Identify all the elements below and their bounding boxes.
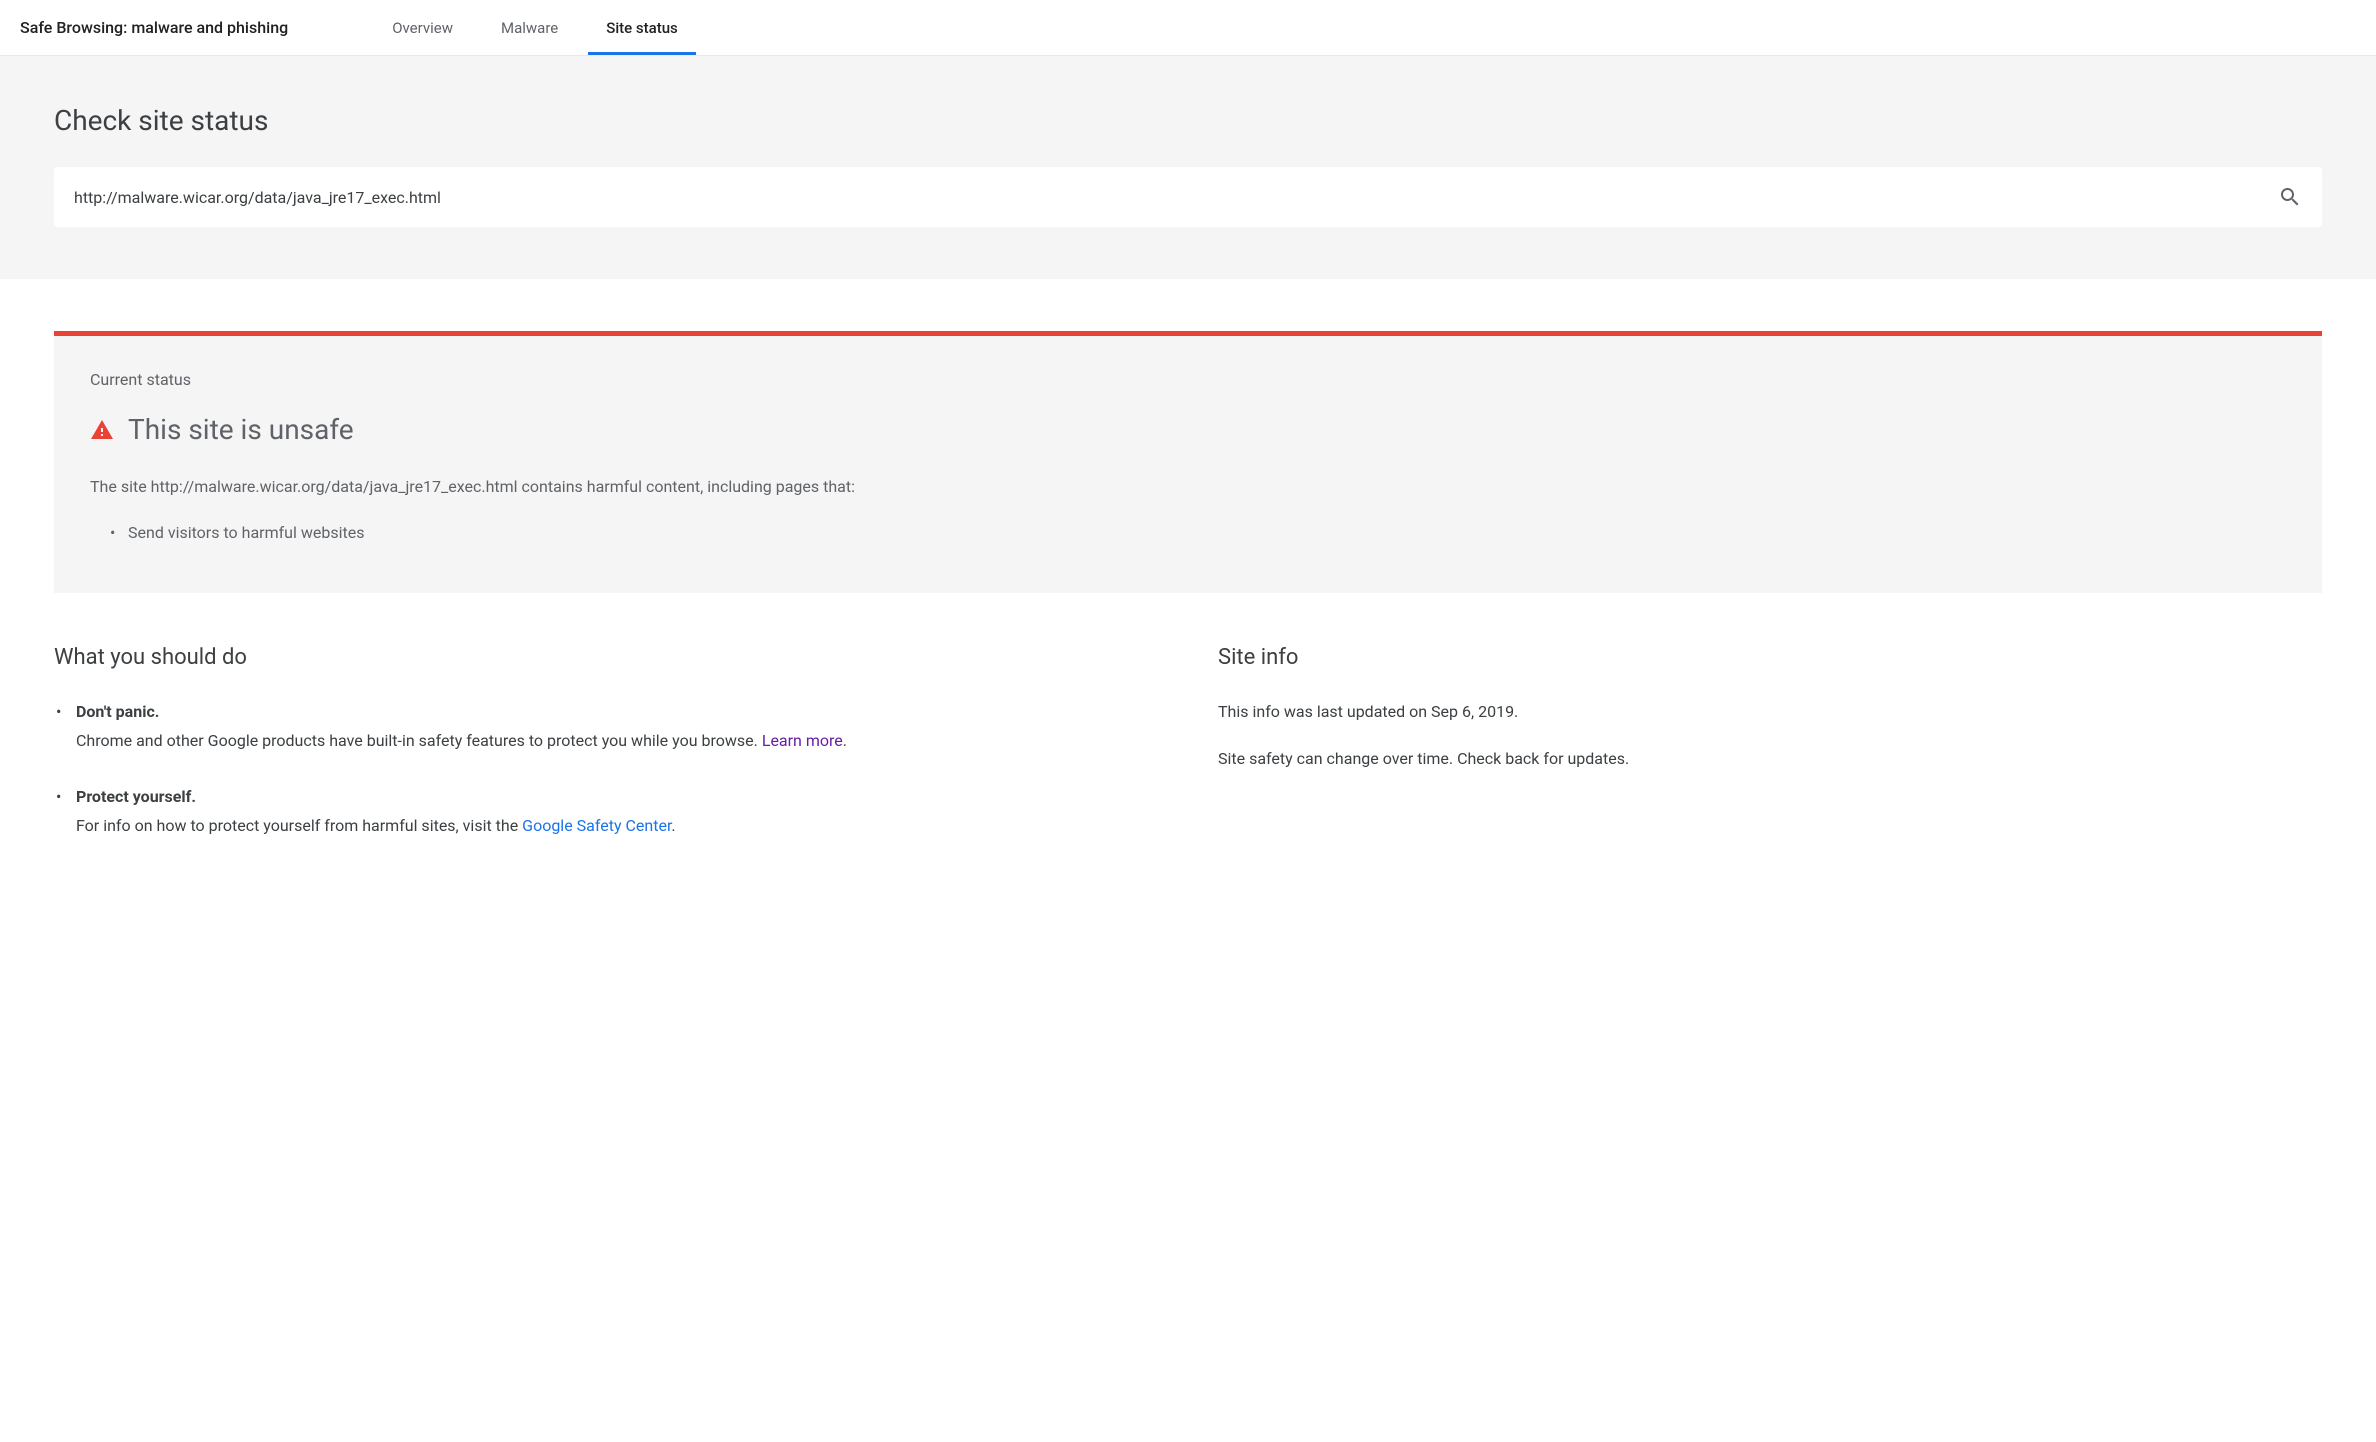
url-input[interactable]: [74, 188, 2278, 207]
header-bar: Safe Browsing: malware and phishing Over…: [0, 0, 2376, 56]
tab-malware[interactable]: Malware: [477, 0, 582, 55]
status-description: The site http://malware.wicar.org/data/j…: [90, 474, 2286, 500]
advice-item-protect: Protect yourself. For info on how to pro…: [54, 783, 1158, 839]
tab-overview[interactable]: Overview: [368, 0, 477, 55]
check-title: Check site status: [54, 104, 2322, 137]
status-heading: This site is unsafe: [128, 413, 354, 446]
advice-list: Don't panic. Chrome and other Google pro…: [54, 698, 1158, 839]
status-label: Current status: [90, 370, 2286, 389]
advice-column: What you should do Don't panic. Chrome a…: [54, 645, 1158, 867]
check-section: Check site status: [0, 56, 2376, 279]
status-card: Current status This site is unsafe The s…: [54, 331, 2322, 593]
advice-heading: What you should do: [54, 645, 1158, 670]
siteinfo-column: Site info This info was last updated on …: [1218, 645, 2322, 867]
advice-item-after: .: [671, 816, 675, 835]
columns: What you should do Don't panic. Chrome a…: [54, 645, 2322, 867]
siteinfo-heading: Site info: [1218, 645, 2322, 670]
safety-center-link[interactable]: Google Safety Center: [522, 816, 671, 835]
header-title: Safe Browsing: malware and phishing: [20, 18, 288, 37]
search-container: [54, 167, 2322, 227]
advice-item-after: .: [843, 731, 847, 750]
siteinfo-note: Site safety can change over time. Check …: [1218, 745, 2322, 772]
tabs: Overview Malware Site status: [368, 0, 702, 55]
search-icon[interactable]: [2278, 185, 2302, 209]
content-area: Current status This site is unsafe The s…: [0, 279, 2376, 907]
status-issue-item: Send visitors to harmful websites: [110, 520, 2286, 546]
advice-item-title: Protect yourself.: [76, 783, 1158, 810]
advice-item-body: Chrome and other Google products have bu…: [76, 731, 762, 750]
learn-more-link[interactable]: Learn more: [762, 731, 843, 750]
advice-item-body: For info on how to protect yourself from…: [76, 816, 522, 835]
advice-item-dont-panic: Don't panic. Chrome and other Google pro…: [54, 698, 1158, 754]
tab-site-status[interactable]: Site status: [582, 0, 702, 55]
status-heading-row: This site is unsafe: [90, 413, 2286, 446]
advice-item-title: Don't panic.: [76, 698, 1158, 725]
warning-icon: [90, 418, 114, 442]
siteinfo-updated: This info was last updated on Sep 6, 201…: [1218, 698, 2322, 725]
status-issues-list: Send visitors to harmful websites: [90, 520, 2286, 546]
